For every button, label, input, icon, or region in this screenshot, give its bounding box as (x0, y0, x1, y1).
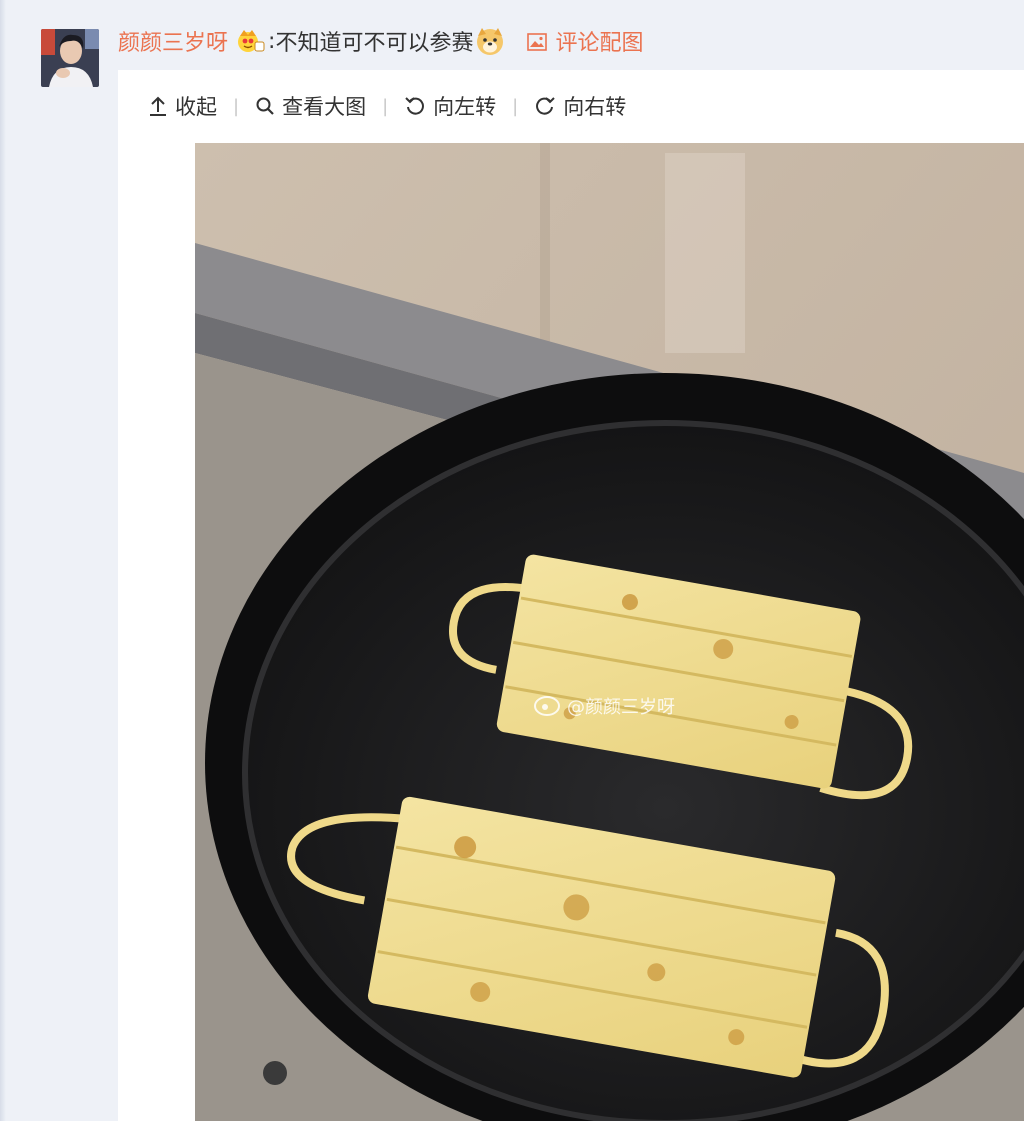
view-large-button[interactable]: 查看大图 (255, 91, 366, 121)
search-icon (256, 97, 274, 115)
crown-badge-icon (236, 28, 266, 54)
image-toolbar: 收起 | 查看大图 | 向左转 | 向右转 (118, 70, 1024, 142)
comment-photo[interactable]: @颜颜三岁呀 (195, 143, 1024, 1121)
arrow-up-icon (150, 96, 166, 116)
left-border (0, 0, 6, 1121)
collapse-button[interactable]: 收起 (148, 91, 217, 121)
view-large-label: 查看大图 (282, 95, 367, 119)
rotate-right-icon (536, 97, 555, 115)
toolbar-separator: | (382, 95, 389, 117)
image-watermark: @颜颜三岁呀 (567, 697, 675, 718)
rotate-right-button[interactable]: 向右转 (534, 91, 626, 121)
comment-text: 不知道可不可以参赛 (275, 31, 474, 56)
comment-image-link[interactable]: 评论配图 (527, 25, 643, 57)
rotate-right-label: 向右转 (563, 95, 627, 119)
picture-icon (527, 32, 548, 51)
rotate-left-icon (405, 97, 425, 115)
comment-line: 颜颜三岁呀 : 不知道可不可以参赛 评论配图 (118, 24, 643, 58)
comment-image-label: 评论配图 (555, 31, 644, 56)
collapse-label: 收起 (175, 95, 217, 119)
toolbar-separator: | (512, 95, 519, 117)
toolbar-separator: | (233, 95, 240, 117)
rotate-left-button[interactable]: 向左转 (404, 91, 496, 121)
colon: : (268, 28, 276, 54)
username-link[interactable]: 颜颜三岁呀 (118, 25, 228, 57)
image-panel: 收起 | 查看大图 | 向左转 | 向右转 @颜颜三岁呀 (118, 70, 1024, 1121)
comment-thread: 颜颜三岁呀 : 不知道可不可以参赛 评论配图 收起 | 查看大图 | 向左转 |… (0, 0, 1024, 1121)
rotate-left-label: 向左转 (433, 95, 497, 119)
doge-emoji-icon (475, 26, 505, 56)
avatar[interactable] (41, 29, 99, 87)
